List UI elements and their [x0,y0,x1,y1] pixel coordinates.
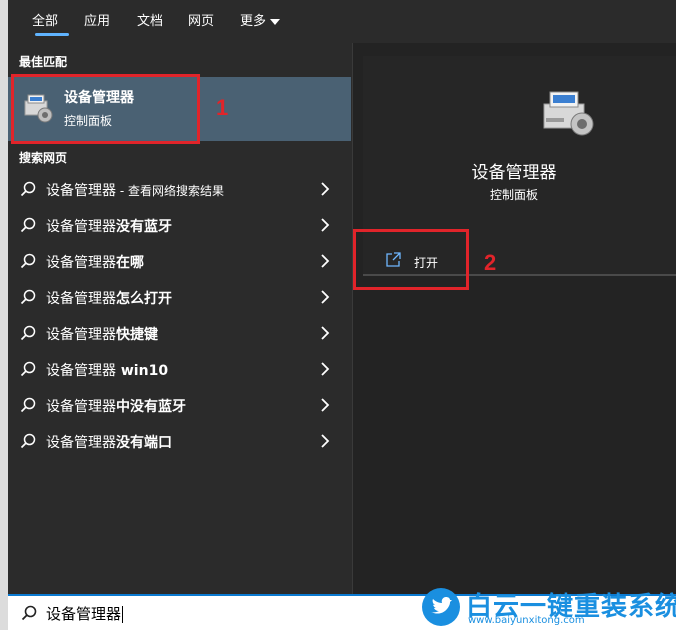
query-suffix: - 查看网络搜索结果 [116,184,224,198]
query-prefix: 设备管理器 [46,399,116,415]
web-search-heading: 搜索网页 [19,151,68,165]
search-input[interactable]: 设备管理器 [46,603,124,624]
chevron-right-icon[interactable] [320,290,330,304]
web-search-item-label: 设备管理器 win10 [46,360,168,380]
text-cursor [122,606,124,623]
search-icon [20,397,36,413]
web-search-item[interactable]: 设备管理器怎么打开 [8,280,351,316]
query-prefix: 设备管理器 [46,435,116,451]
web-search-item-label: 设备管理器 - 查看网络搜索结果 [46,180,224,200]
desktop-background [0,0,8,630]
twitter-bird-logo-icon [422,588,460,626]
tab-web[interactable]: 网页 [188,10,214,29]
search-icon [20,253,36,269]
tab-more[interactable]: 更多 [240,10,281,29]
query-prefix: 设备管理器 [46,363,116,379]
search-icon [20,361,36,377]
tab-more-label: 更多 [240,14,267,29]
annotation-box-2 [353,229,469,290]
web-search-item-label: 设备管理器怎么打开 [46,288,172,308]
chevron-right-icon[interactable] [320,326,330,340]
query-suffix: 快捷键 [116,327,158,343]
preview-subtitle: 控制面板 [489,188,538,202]
query-suffix: 没有蓝牙 [116,219,172,235]
annotation-marker-2: 2 [484,250,497,275]
chevron-right-icon[interactable] [320,362,330,376]
chevron-right-icon[interactable] [320,182,330,196]
annotation-marker-1: 1 [216,95,229,120]
web-search-item[interactable]: 设备管理器在哪 [8,244,351,280]
active-tab-indicator [35,33,69,36]
tab-documents[interactable]: 文档 [137,10,163,29]
web-search-item[interactable]: 设备管理器没有端口 [8,424,351,460]
web-search-item-label: 设备管理器没有端口 [46,432,172,452]
chevron-right-icon[interactable] [320,434,330,448]
annotation-box-1 [11,74,200,144]
filter-tabs: 全部 应用 文档 网页 更多 [8,0,676,38]
search-icon [20,217,36,233]
chevron-right-icon[interactable] [320,218,330,232]
query-prefix: 设备管理器 [46,183,116,199]
search-input-value: 设备管理器 [46,605,122,623]
web-search-item-label: 设备管理器中没有蓝牙 [46,396,186,416]
chevron-right-icon[interactable] [320,254,330,268]
search-icon [21,605,37,621]
query-suffix: 怎么打开 [116,291,172,307]
chevron-down-icon [270,18,281,25]
preview-title: 设备管理器 [471,163,557,183]
web-search-item[interactable]: 设备管理器快捷键 [8,316,351,352]
query-prefix: 设备管理器 [46,219,116,235]
chevron-right-icon[interactable] [320,398,330,412]
query-prefix: 设备管理器 [46,255,116,271]
web-search-item-label: 设备管理器没有蓝牙 [46,216,172,236]
web-search-item-label: 设备管理器在哪 [46,252,144,272]
preview-pane [352,43,676,594]
search-icon [20,289,36,305]
tab-apps[interactable]: 应用 [84,10,110,29]
web-search-item[interactable]: 设备管理器中没有蓝牙 [8,388,351,424]
web-search-item-label: 设备管理器快捷键 [46,324,158,344]
query-suffix: 没有端口 [116,435,172,451]
watermark: 白云一键重装系统 www.baiyunxitong.com [420,585,676,630]
query-suffix: 在哪 [116,255,144,271]
device-manager-large-icon [543,91,594,136]
web-search-item[interactable]: 设备管理器 win10 [8,352,351,388]
tab-all[interactable]: 全部 [32,10,58,29]
best-match-heading: 最佳匹配 [19,55,68,69]
web-search-item[interactable]: 设备管理器 - 查看网络搜索结果 [8,172,351,208]
query-prefix: 设备管理器 [46,327,116,343]
search-icon [20,325,36,341]
watermark-url: www.baiyunxitong.com [468,615,585,626]
web-search-item[interactable]: 设备管理器没有蓝牙 [8,208,351,244]
search-icon [20,181,36,197]
search-icon [20,433,36,449]
query-suffix: win10 [116,363,169,379]
query-prefix: 设备管理器 [46,291,116,307]
query-suffix: 中没有蓝牙 [116,399,186,415]
